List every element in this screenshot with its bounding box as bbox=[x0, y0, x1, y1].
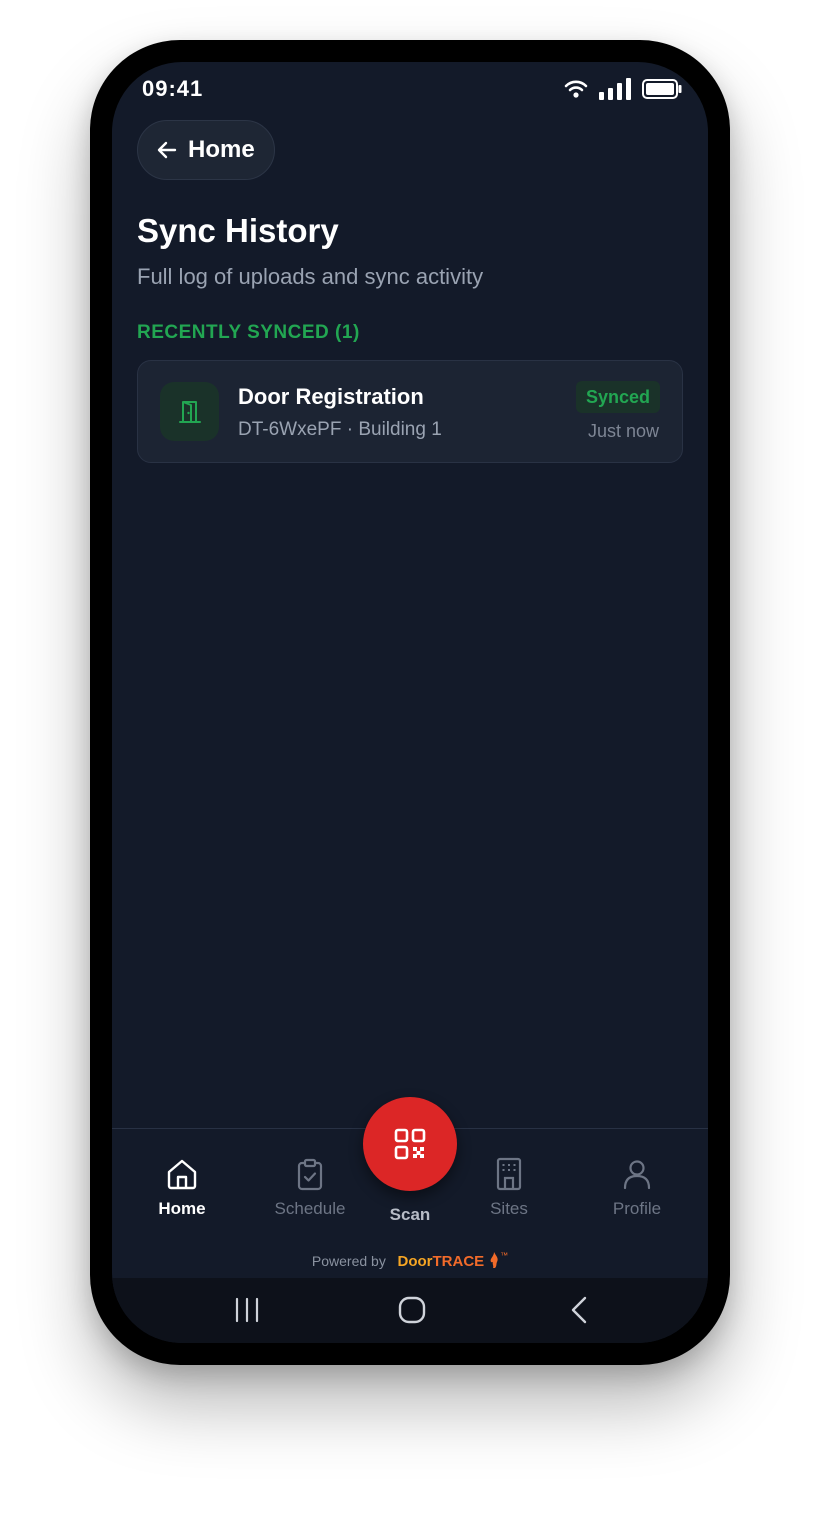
flame-icon bbox=[490, 1252, 498, 1268]
clipboard-check-icon bbox=[297, 1158, 323, 1191]
door-icon bbox=[160, 382, 219, 441]
back-chevron-icon[interactable] bbox=[562, 1292, 596, 1328]
brand-tm: ™ bbox=[500, 1251, 509, 1260]
sync-item-time: Just now bbox=[587, 421, 659, 441]
sync-item-subtitle: DT-6WxePF · Building 1 bbox=[238, 419, 442, 440]
battery-icon bbox=[642, 79, 682, 99]
building-icon bbox=[496, 1157, 522, 1191]
back-home-button[interactable]: Home bbox=[137, 120, 275, 180]
home-icon bbox=[167, 1159, 197, 1190]
back-button-label: Home bbox=[188, 136, 255, 163]
sync-item-card[interactable]: Door Registration DT-6WxePF · Building 1… bbox=[137, 360, 683, 463]
status-bar: 09:41 bbox=[112, 62, 708, 118]
android-nav-bar bbox=[112, 1278, 708, 1343]
nav-label-sites: Sites bbox=[490, 1199, 528, 1218]
nav-label-schedule: Schedule bbox=[274, 1199, 346, 1218]
status-time: 09:41 bbox=[142, 76, 204, 101]
page-subtitle: Full log of uploads and sync activity bbox=[137, 264, 484, 289]
status-icons bbox=[564, 78, 682, 100]
arrow-left-icon bbox=[157, 141, 177, 159]
brand-door-text: Door bbox=[397, 1253, 433, 1270]
scan-button[interactable] bbox=[363, 1097, 457, 1191]
nav-item-schedule[interactable]: Schedule bbox=[250, 1157, 370, 1219]
phone-frame: 09:41 Home Sync History Full log of uplo… bbox=[90, 40, 730, 1365]
recent-apps-icon[interactable] bbox=[230, 1292, 264, 1328]
nav-label-home: Home bbox=[158, 1199, 206, 1218]
powered-by-text: Powered by bbox=[311, 1253, 386, 1269]
page-title: Sync History bbox=[137, 212, 339, 249]
wifi-icon bbox=[564, 80, 588, 98]
brand-trace-text: TRACE bbox=[432, 1253, 485, 1270]
qr-code-icon bbox=[394, 1128, 426, 1160]
signal-icon bbox=[599, 78, 631, 100]
home-circle-icon[interactable] bbox=[395, 1292, 429, 1328]
section-label: RECENTLY SYNCED (1) bbox=[137, 322, 360, 343]
status-badge: Synced bbox=[575, 381, 660, 413]
nav-label-profile: Profile bbox=[612, 1199, 662, 1218]
nav-label-scan[interactable]: Scan bbox=[360, 1205, 460, 1225]
nav-item-home[interactable]: Home bbox=[122, 1157, 242, 1219]
user-icon bbox=[623, 1160, 651, 1190]
sync-item-title: Door Registration bbox=[238, 384, 424, 409]
nav-item-profile[interactable]: Profile bbox=[577, 1157, 697, 1219]
powered-by-footer: Powered by DoorTRACE ™ bbox=[112, 1251, 708, 1270]
app-screen: 09:41 Home Sync History Full log of uplo… bbox=[112, 62, 708, 1343]
nav-item-sites[interactable]: Sites bbox=[449, 1157, 569, 1219]
bottom-nav: Home Schedule Scan Sites Profile Powered… bbox=[112, 1097, 708, 1279]
